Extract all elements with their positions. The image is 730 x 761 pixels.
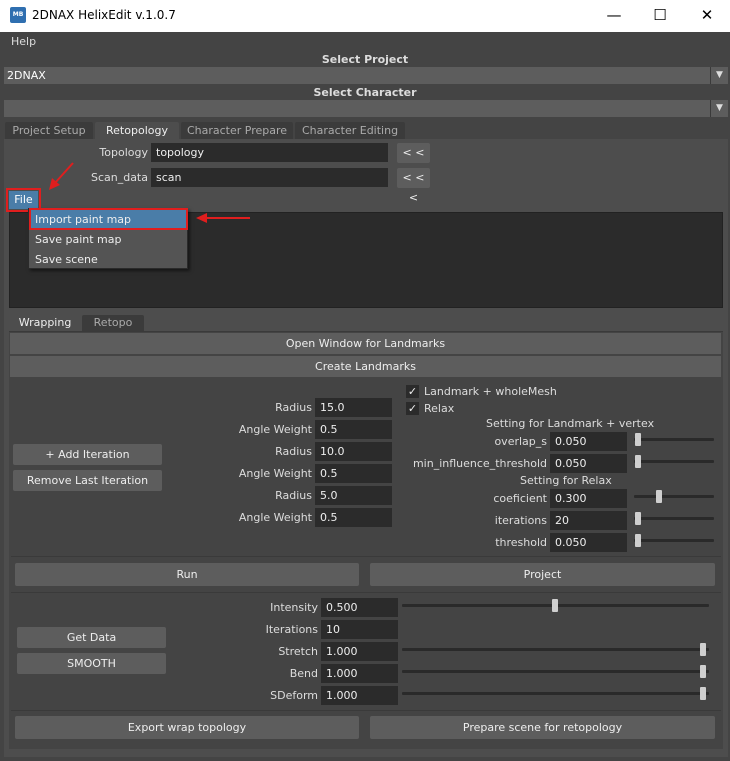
- iterations-label: Iterations: [265, 623, 318, 636]
- sdeform-slider[interactable]: [402, 692, 709, 695]
- threshold-field[interactable]: 0.050: [550, 533, 627, 552]
- landmark-wholemesh-label: Landmark + wholeMesh: [424, 385, 557, 398]
- intensity-field[interactable]: 0.500: [321, 598, 398, 617]
- overlap-label: overlap_s: [494, 435, 547, 448]
- slider-handle[interactable]: [700, 665, 706, 678]
- min-influence-threshold-label: min_influence_threshold: [412, 457, 547, 470]
- prepare-scene-button[interactable]: Prepare scene for retopology: [370, 716, 715, 739]
- min-influence-slider[interactable]: [634, 460, 714, 463]
- angle-weight-label: Angle Weight: [238, 511, 312, 524]
- radius-label: Radius: [275, 489, 312, 502]
- angle-weight-field[interactable]: 0.5: [315, 420, 392, 439]
- coeficient-field[interactable]: 0.300: [550, 489, 627, 508]
- project-button[interactable]: Project: [370, 563, 715, 586]
- slider-handle[interactable]: [635, 534, 641, 547]
- relax-checkbox[interactable]: ✓: [406, 402, 419, 415]
- slider-handle[interactable]: [700, 643, 706, 656]
- landmark-vertex-settings-header: Setting for Landmark + vertex: [486, 417, 655, 430]
- angle-weight-label: Angle Weight: [238, 423, 312, 436]
- add-iteration-button[interactable]: + Add Iteration: [13, 444, 162, 465]
- overlap-field[interactable]: 0.050: [550, 432, 627, 451]
- iterations-field[interactable]: 20: [550, 511, 627, 530]
- sdeform-label: SDeform: [270, 689, 318, 702]
- angle-weight-field[interactable]: 0.5: [315, 508, 392, 527]
- slider-handle[interactable]: [635, 512, 641, 525]
- iterations-field[interactable]: 10: [321, 620, 398, 639]
- bend-slider[interactable]: [402, 670, 709, 673]
- export-wrap-topology-button[interactable]: Export wrap topology: [15, 716, 359, 739]
- overlap-slider[interactable]: [634, 438, 714, 441]
- slider-handle[interactable]: [635, 433, 641, 446]
- slider-handle[interactable]: [635, 455, 641, 468]
- tab-retopo[interactable]: Retopo: [82, 315, 144, 331]
- annotation-arrow-line: [54, 162, 74, 184]
- radius-field[interactable]: 5.0: [315, 486, 392, 505]
- slider-handle[interactable]: [700, 687, 706, 700]
- threshold-label: threshold: [495, 536, 547, 549]
- radius-field[interactable]: 15.0: [315, 398, 392, 417]
- stretch-field[interactable]: 1.000: [321, 642, 398, 661]
- open-landmarks-window-button[interactable]: Open Window for Landmarks: [10, 333, 721, 354]
- slider-handle[interactable]: [656, 490, 662, 503]
- create-landmarks-button[interactable]: Create Landmarks: [10, 356, 721, 377]
- tab-wrapping[interactable]: Wrapping: [11, 315, 79, 331]
- get-data-button[interactable]: Get Data: [17, 627, 166, 648]
- iterations-label: iterations: [494, 514, 547, 527]
- angle-weight-label: Angle Weight: [238, 467, 312, 480]
- threshold-slider[interactable]: [634, 539, 714, 542]
- smooth-button[interactable]: SMOOTH: [17, 653, 166, 674]
- landmark-wholemesh-checkbox[interactable]: ✓: [406, 385, 419, 398]
- bend-label: Bend: [289, 667, 318, 680]
- divider: [11, 710, 721, 711]
- relax-settings-header: Setting for Relax: [520, 474, 612, 487]
- radius-label: Radius: [275, 445, 312, 458]
- intensity-label: Intensity: [270, 601, 318, 614]
- remove-last-iteration-button[interactable]: Remove Last Iteration: [13, 470, 162, 491]
- stretch-label: Stretch: [278, 645, 318, 658]
- slider-handle[interactable]: [551, 599, 558, 612]
- radius-label: Radius: [275, 401, 312, 414]
- divider: [11, 556, 721, 557]
- run-button[interactable]: Run: [15, 563, 359, 586]
- annotation-arrow-head: [196, 213, 207, 223]
- sdeform-field[interactable]: 1.000: [321, 686, 398, 705]
- min-influence-threshold-field[interactable]: 0.050: [550, 454, 627, 473]
- iterations-slider[interactable]: [634, 517, 714, 520]
- stretch-slider[interactable]: [402, 648, 709, 651]
- coeficient-slider[interactable]: [634, 495, 714, 498]
- coeficient-label: coeficient: [493, 492, 547, 505]
- divider: [11, 592, 721, 593]
- relax-label: Relax: [424, 402, 455, 415]
- bend-field[interactable]: 1.000: [321, 664, 398, 683]
